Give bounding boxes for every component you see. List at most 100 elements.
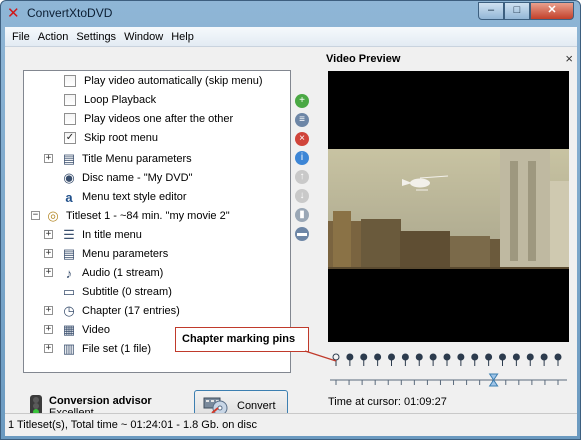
- chapter-pin[interactable]: [526, 353, 534, 366]
- option-checkbox[interactable]: [64, 113, 76, 125]
- tree-item-label: Subtitle (0 stream): [82, 286, 172, 298]
- music-note-icon: ♪: [65, 265, 73, 281]
- chapter-pin[interactable]: [360, 353, 368, 366]
- add-icon[interactable]: +: [295, 94, 309, 108]
- expand-icon[interactable]: +: [44, 306, 53, 315]
- tree-item-content: ☰ In title menu: [61, 227, 142, 243]
- chapter-pin[interactable]: [457, 353, 465, 366]
- chapter-pin[interactable]: [540, 353, 548, 366]
- list-icon: ☰: [63, 227, 75, 242]
- menu-bar: File Action Settings Window Help: [5, 27, 577, 47]
- file-set-icon: ▥: [62, 341, 76, 356]
- tree-item-content: ▤ Title Menu parameters: [61, 151, 192, 167]
- expand-icon[interactable]: +: [44, 154, 53, 163]
- menu-file[interactable]: File: [8, 31, 34, 43]
- chapter-pin[interactable]: [554, 353, 562, 366]
- expand-icon[interactable]: +: [44, 249, 53, 258]
- chapter-timeline[interactable]: [328, 350, 569, 390]
- tree-item-content: a Menu text style editor: [61, 189, 187, 205]
- tree-item[interactable]: + ☰ In title menu: [24, 225, 290, 244]
- disc-icon: ◉: [63, 170, 75, 185]
- tree-item-label: In title menu: [82, 229, 142, 241]
- expand-icon[interactable]: +: [44, 325, 53, 334]
- move-down-icon[interactable]: ↓: [295, 189, 309, 203]
- screen-icon[interactable]: ▬: [295, 227, 309, 241]
- chapter-pin[interactable]: [332, 353, 340, 366]
- chapter-pins-callout: Chapter marking pins: [175, 327, 309, 352]
- tree-item-content: ▤ Menu parameters: [61, 246, 168, 262]
- tree-item-label: Audio (1 stream): [82, 267, 164, 279]
- tree-item-label: File set (1 file): [82, 343, 152, 355]
- chapter-pin[interactable]: [346, 353, 354, 366]
- chapter-pin[interactable]: [471, 353, 479, 366]
- font-style-icon: a: [65, 189, 73, 205]
- maximize-button[interactable]: □: [504, 2, 530, 20]
- tree-item[interactable]: ◉ Disc name - "My DVD": [24, 168, 290, 187]
- video-preview-panel: Video Preview × Time at cursor: 01:09:27: [323, 48, 577, 415]
- chapter-pin[interactable]: [401, 353, 409, 366]
- chapter-pin[interactable]: [443, 353, 451, 366]
- menu-window[interactable]: Window: [120, 31, 167, 43]
- expand-icon[interactable]: +: [44, 344, 53, 353]
- copy-icon[interactable]: ≡: [295, 113, 309, 127]
- tree-item[interactable]: + ▤ Title Menu parameters: [24, 149, 290, 168]
- chapter-pin[interactable]: [429, 353, 437, 366]
- expand-icon[interactable]: +: [44, 268, 53, 277]
- expand-icon[interactable]: +: [44, 230, 53, 239]
- menu-help[interactable]: Help: [167, 31, 198, 43]
- collapse-icon[interactable]: −: [31, 211, 40, 220]
- cursor-time-readout: Time at cursor: 01:09:27: [328, 396, 447, 408]
- tree-item[interactable]: ▭ Subtitle (0 stream): [24, 282, 290, 301]
- tree-item[interactable]: a Menu text style editor: [24, 187, 290, 206]
- tree-item[interactable]: + ▤ Menu parameters: [24, 244, 290, 263]
- status-bar: 1 Titleset(s), Total time ~ 01:24:01 - 1…: [5, 413, 577, 436]
- option-checkbox[interactable]: ✓: [64, 132, 76, 144]
- tree-item-content: ▭ Subtitle (0 stream): [61, 284, 172, 300]
- application-window: ✕ ConvertXtoDVD – □ ✕ File Action Settin…: [0, 0, 581, 440]
- tree-item-label: Chapter (17 entries): [82, 305, 180, 317]
- video-frame[interactable]: [328, 71, 569, 342]
- chapter-pin[interactable]: [415, 353, 423, 366]
- minimize-button[interactable]: –: [478, 2, 504, 20]
- remove-icon[interactable]: ×: [295, 132, 309, 146]
- chapter-pin[interactable]: [485, 353, 493, 366]
- tree-item[interactable]: + ◷ Chapter (17 entries): [24, 301, 290, 320]
- tree-item-content: ▥ File set (1 file): [61, 341, 151, 357]
- tree-item-label: Menu text style editor: [82, 191, 187, 203]
- video-still-image: [328, 149, 569, 269]
- trash-icon[interactable]: ▮: [295, 208, 309, 222]
- window-title: ConvertXtoDVD: [27, 6, 113, 20]
- tree-item[interactable]: Play videos one after the other: [24, 111, 290, 130]
- menu-settings[interactable]: Settings: [72, 31, 120, 43]
- option-checkbox[interactable]: [64, 75, 76, 87]
- tree-item[interactable]: + ♪ Audio (1 stream): [24, 263, 290, 282]
- tree-item-label: Menu parameters: [82, 248, 169, 260]
- chapter-pin[interactable]: [499, 353, 506, 366]
- tree-item-content: ◷ Chapter (17 entries): [61, 303, 180, 319]
- video-preview-close-icon[interactable]: ×: [565, 51, 573, 66]
- chapter-pin[interactable]: [512, 353, 520, 366]
- clock-icon: ◷: [63, 303, 75, 318]
- tree-item[interactable]: Play video automatically (skip menu): [24, 73, 290, 92]
- title-bar[interactable]: ✕ ConvertXtoDVD – □ ✕: [1, 1, 580, 27]
- tree-item-label: Play video automatically (skip menu): [84, 75, 263, 87]
- info-icon[interactable]: i: [295, 151, 309, 165]
- option-checkbox[interactable]: [64, 94, 76, 106]
- close-button[interactable]: ✕: [530, 2, 574, 20]
- tree-item[interactable]: − ◎ Titleset 1 - ~84 min. "my movie 2": [24, 206, 290, 225]
- move-up-icon[interactable]: ↑: [295, 170, 309, 184]
- convert-label: Convert: [237, 400, 276, 412]
- tree-item-content: ◎ Titleset 1 - ~84 min. "my movie 2": [45, 208, 230, 224]
- tree-item-content: ♪ Audio (1 stream): [61, 265, 164, 281]
- film-icon: ▦: [62, 322, 76, 337]
- tree-item[interactable]: Loop Playback: [24, 92, 290, 111]
- chapter-pin[interactable]: [388, 353, 395, 366]
- tree-item-label: Title Menu parameters: [82, 153, 192, 165]
- tree-item[interactable]: ✓ Skip root menu: [24, 130, 290, 149]
- advisor-title: Conversion advisor: [49, 395, 152, 407]
- chapter-pin[interactable]: [374, 353, 382, 366]
- tree-item-label: Video: [82, 324, 110, 336]
- chapter-timeline-track[interactable]: [328, 350, 569, 390]
- menu-action[interactable]: Action: [34, 31, 73, 43]
- video-preview-title: Video Preview: [326, 53, 401, 65]
